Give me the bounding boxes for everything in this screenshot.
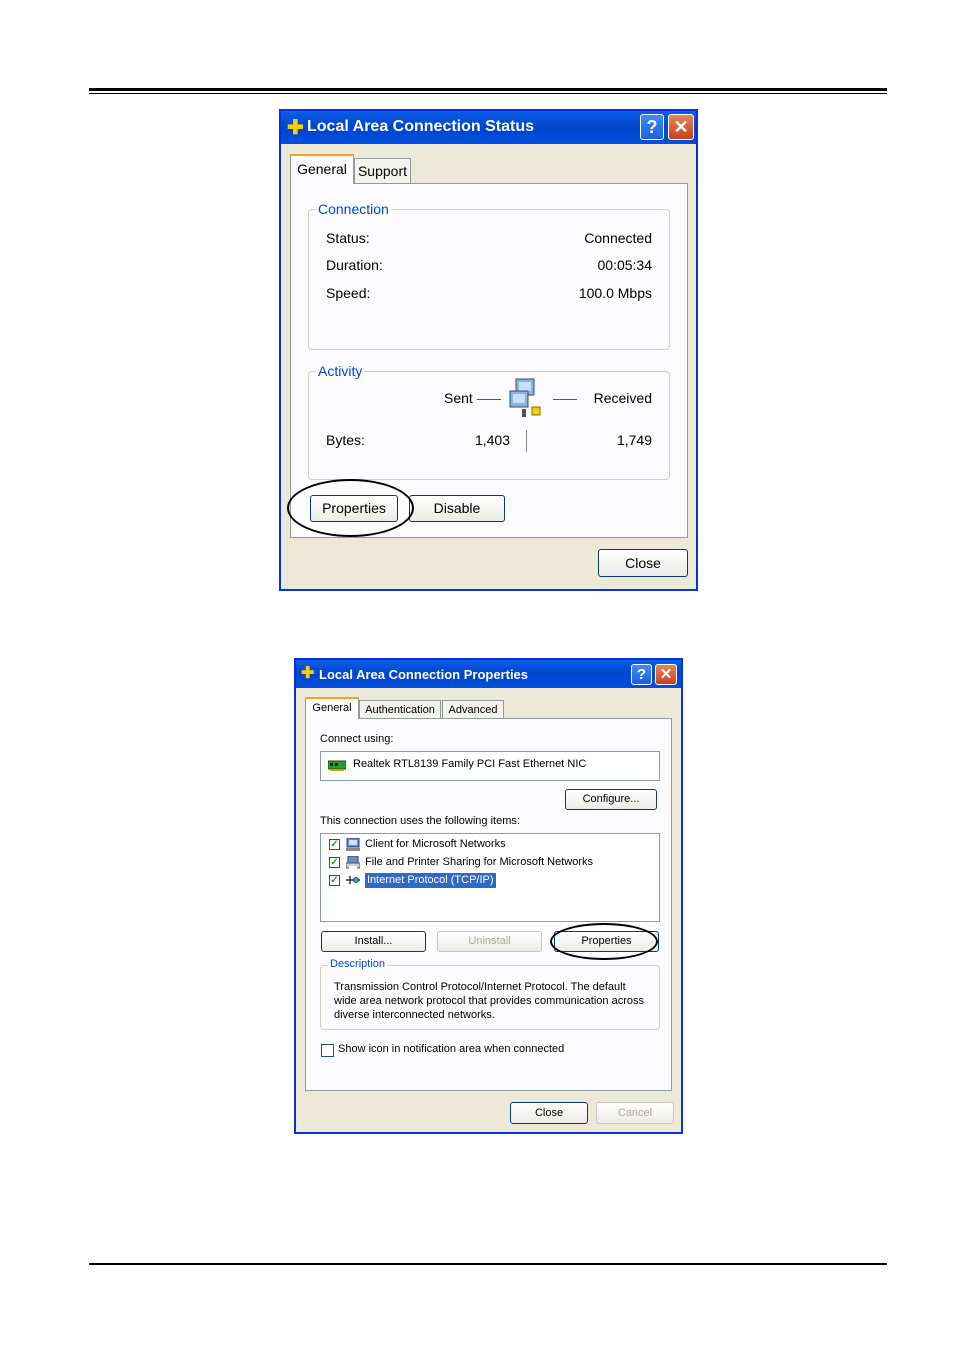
help-icon: ? xyxy=(646,117,658,137)
items-label: This connection uses the following items… xyxy=(320,815,520,827)
duration-label: Duration: xyxy=(326,257,383,273)
status-value: Connected xyxy=(584,230,652,246)
close-icon: ✕ xyxy=(659,666,673,683)
bytes-label: Bytes: xyxy=(326,432,365,448)
checkbox-client[interactable]: ✓ xyxy=(329,839,340,850)
status-dialog-title: Local Area Connection Status xyxy=(307,118,534,135)
activity-legend: Activity xyxy=(316,363,365,379)
description-text: Transmission Control Protocol/Internet P… xyxy=(334,981,644,1021)
tab-authentication[interactable]: Authentication xyxy=(359,700,441,719)
list-item[interactable]: ✓ File and Printer Sharing for Microsoft… xyxy=(329,855,649,871)
page-header-rule xyxy=(89,88,887,91)
show-icon-label: Show icon in notification area when conn… xyxy=(338,1043,565,1055)
properties-highlight-ellipse xyxy=(287,479,414,537)
properties-dialog: ✚ Local Area Connection Properties ? ✕ G… xyxy=(294,658,683,1134)
adapter-name: Realtek RTL8139 Family PCI Fast Ethernet… xyxy=(353,758,587,770)
help-button[interactable]: ? xyxy=(631,664,652,685)
description-legend: Description xyxy=(328,958,388,970)
properties-dialog-titlebar[interactable]: ✚ Local Area Connection Properties ? ✕ xyxy=(296,660,681,688)
file-printer-sharing-icon xyxy=(346,856,360,869)
tab-support[interactable]: Support xyxy=(354,158,411,184)
tab-general[interactable]: General xyxy=(305,697,359,719)
properties-dialog-title: Local Area Connection Properties xyxy=(319,667,529,682)
help-button[interactable]: ? xyxy=(640,114,664,140)
sent-line xyxy=(477,399,501,400)
item-label: File and Printer Sharing for Microsoft N… xyxy=(365,856,594,868)
activity-divider xyxy=(526,430,527,452)
received-line xyxy=(553,399,577,400)
show-icon-checkbox[interactable] xyxy=(321,1044,334,1057)
network-connection-icon: ✚ xyxy=(287,117,304,139)
item-label: Client for Microsoft Networks xyxy=(365,838,506,850)
connect-using-label: Connect using: xyxy=(320,733,394,745)
page-header-rule-thin xyxy=(89,93,887,94)
tab-advanced[interactable]: Advanced xyxy=(442,700,504,719)
connection-legend: Connection xyxy=(316,201,391,217)
network-connection-icon: ✚ xyxy=(301,665,315,682)
close-button[interactable]: Close xyxy=(598,549,688,577)
checkbox-file-printer-sharing[interactable]: ✓ xyxy=(329,857,340,868)
bytes-received-value: 1,749 xyxy=(616,432,652,448)
protocol-icon xyxy=(346,876,360,884)
title-close-button[interactable]: ✕ xyxy=(655,664,677,685)
general-tab-panel: Connect using: Realtek RTL8139 Family PC… xyxy=(305,718,672,1091)
list-item[interactable]: ✓ Client for Microsoft Networks xyxy=(329,837,649,853)
title-close-button[interactable]: ✕ xyxy=(668,114,694,140)
tab-general[interactable]: General xyxy=(290,154,354,184)
list-item[interactable]: ✓ Internet Protocol (TCP/IP) xyxy=(329,872,649,889)
page-footer-rule xyxy=(89,1263,887,1265)
network-card-icon xyxy=(328,760,346,771)
status-dialog-titlebar[interactable]: ✚ Local Area Connection Status ? ✕ xyxy=(281,111,696,144)
close-button[interactable]: Close xyxy=(510,1102,588,1124)
install-button[interactable]: Install... xyxy=(321,931,426,952)
sent-label: Sent xyxy=(444,390,473,406)
status-label: Status: xyxy=(326,230,370,246)
close-icon: ✕ xyxy=(673,117,689,137)
adapter-field[interactable]: Realtek RTL8139 Family PCI Fast Ethernet… xyxy=(320,751,660,781)
help-icon: ? xyxy=(636,666,647,683)
checkbox-tcpip[interactable]: ✓ xyxy=(329,875,340,886)
activity-computers-icon xyxy=(509,378,541,417)
configure-button[interactable]: Configure... xyxy=(565,789,657,810)
item-label-selected: Internet Protocol (TCP/IP) xyxy=(364,872,497,889)
speed-label: Speed: xyxy=(326,285,371,301)
bytes-sent-value: 1,403 xyxy=(474,432,510,448)
speed-value: 100.0 Mbps xyxy=(578,285,652,301)
activity-group xyxy=(308,371,670,480)
components-list[interactable]: ✓ Client for Microsoft Networks ✓ File a… xyxy=(320,833,660,922)
item-properties-highlight-ellipse xyxy=(550,923,658,960)
cancel-button: Cancel xyxy=(596,1102,674,1124)
uninstall-button: Uninstall xyxy=(437,931,542,952)
network-client-icon xyxy=(346,838,360,851)
received-label: Received xyxy=(593,390,652,406)
duration-value: 00:05:34 xyxy=(597,257,653,273)
disable-button[interactable]: Disable xyxy=(409,495,505,522)
